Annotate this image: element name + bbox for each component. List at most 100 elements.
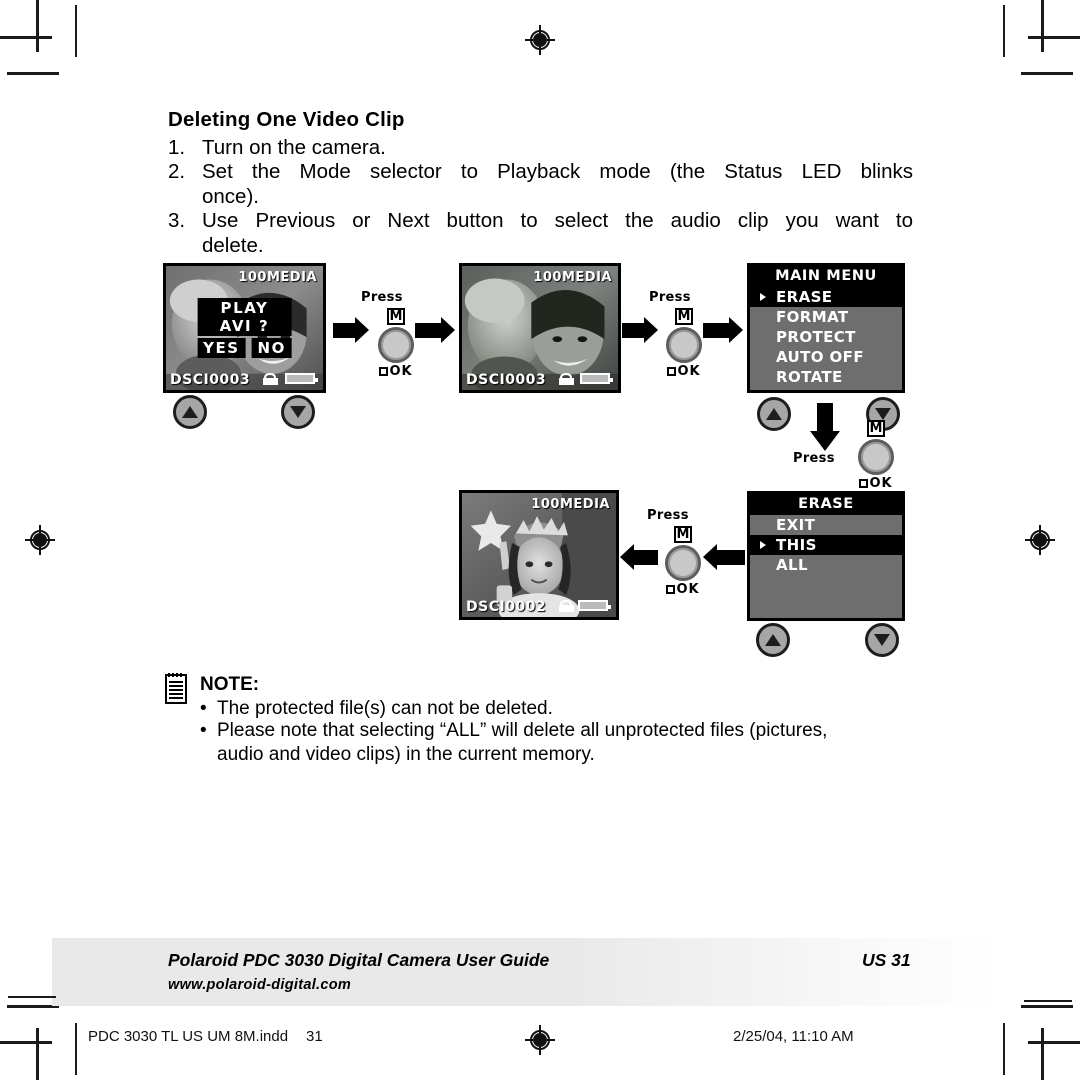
- menu-item-label: THIS: [776, 536, 817, 554]
- note-bullet-2: • Please note that selecting “ALL” will …: [200, 719, 915, 767]
- main-menu-item-erase[interactable]: ERASE: [750, 287, 902, 307]
- list-item: 2. Set the Mode selector to Playback mod…: [168, 159, 913, 209]
- note-title: NOTE:: [200, 674, 260, 695]
- erase-menu-item-exit[interactable]: EXIT: [750, 515, 902, 535]
- footer-rule-left: [8, 996, 56, 998]
- crop-mark-top-left-tick: [75, 5, 77, 57]
- menu-up-button[interactable]: [757, 397, 791, 431]
- menu-item-label: ROTATE: [776, 368, 843, 386]
- ok-label: OK: [358, 364, 434, 379]
- menu-item-label: FORMAT: [776, 308, 849, 326]
- ok-label: OK: [646, 364, 722, 379]
- bullet-icon: •: [200, 698, 207, 719]
- menu-item-label: PROTECT: [776, 328, 856, 346]
- battery-icon: [578, 600, 611, 611]
- bullet-icon: •: [200, 720, 207, 741]
- mode-button-icon: M: [675, 308, 693, 325]
- note-bullet-1: • The protected file(s) can not be delet…: [200, 697, 920, 721]
- step-text-continued: once).: [202, 185, 259, 208]
- footer-band: [52, 938, 1000, 1006]
- crop-mark-bottom-right-bar: [1021, 1005, 1073, 1008]
- battery-icon: [580, 373, 613, 384]
- main-menu-item-protect[interactable]: PROTECT: [750, 327, 902, 347]
- lcd-screen-video-clip: 100MEDIA DSCI0003: [459, 263, 621, 393]
- print-page-number: 31: [306, 1028, 323, 1045]
- dialog-options: YES NO: [197, 338, 292, 358]
- crop-mark-top-right-h: [1028, 36, 1080, 39]
- press-mode-button-group-3: Press M OK: [793, 420, 914, 491]
- step-number: 1.: [168, 136, 186, 159]
- dialog-question: PLAY AVI ?: [197, 298, 292, 336]
- crop-mark-bottom-left-v: [36, 1028, 39, 1080]
- erase-down-button[interactable]: [865, 623, 899, 657]
- lock-icon: [559, 373, 574, 385]
- ok-label: OK: [838, 476, 914, 491]
- press-label: Press: [647, 508, 689, 523]
- main-menu-item-format[interactable]: FORMAT: [750, 307, 902, 327]
- registration-mark-right: [1025, 525, 1055, 555]
- step-text: Set the Mode selector to Playback mode (…: [202, 160, 913, 183]
- press-label: Press: [361, 290, 403, 305]
- menu-item-label: ERASE: [776, 288, 833, 306]
- menu-item-label: AUTO OFF: [776, 348, 864, 366]
- menu-item-label: EXIT: [776, 516, 816, 534]
- crop-mark-top-left-v: [36, 0, 39, 52]
- erase-menu-item-all[interactable]: ALL: [750, 555, 902, 575]
- print-file-name: PDC 3030 TL US UM 8M.indd: [88, 1028, 289, 1045]
- ok-text: OK: [676, 582, 700, 597]
- lcd-screen-play-avi: 100MEDIA PLAY AVI ? YES NO DSCI0003: [163, 263, 326, 393]
- erase-menu-item-this[interactable]: THIS: [750, 535, 902, 555]
- crop-mark-bottom-left-h: [0, 1041, 52, 1044]
- file-name-label: DSCI0003: [466, 372, 547, 388]
- ok-text: OK: [677, 364, 701, 379]
- next-button[interactable]: [281, 395, 315, 429]
- crop-mark-top-right-bar: [1021, 72, 1073, 75]
- menu-item-label: ALL: [776, 556, 808, 574]
- crop-mark-bottom-right-v: [1041, 1028, 1044, 1080]
- main-menu-panel: MAIN MENU ERASE FORMAT PROTECT AUTO OFF …: [747, 263, 905, 393]
- mode-ok-button[interactable]: [378, 327, 414, 363]
- note-text-continued: audio and video clips) in the current me…: [217, 744, 595, 765]
- main-menu-item-rotate[interactable]: ROTATE: [750, 367, 902, 387]
- footer-url: www.polaroid-digital.com: [168, 977, 352, 993]
- dialog-no-option[interactable]: NO: [251, 338, 292, 358]
- flow-arrow-down: [810, 403, 840, 453]
- mode-ok-button[interactable]: [666, 327, 702, 363]
- page-title: Deleting One Video Clip: [168, 108, 405, 131]
- list-item: 1. Turn on the camera.: [168, 135, 913, 160]
- previous-button[interactable]: [173, 395, 207, 429]
- mode-ok-button[interactable]: [858, 439, 894, 475]
- media-folder-label: 100MEDIA: [531, 497, 610, 512]
- mode-button-icon: M: [674, 526, 692, 543]
- crop-mark-bottom-right-h: [1028, 1041, 1080, 1044]
- crop-mark-top-right-tick: [1003, 5, 1005, 57]
- selection-caret-icon: [760, 541, 766, 549]
- press-label: Press: [793, 451, 835, 466]
- crop-mark-top-left-bar: [7, 72, 59, 75]
- crop-mark-top-right-v: [1041, 0, 1044, 52]
- media-folder-label: 100MEDIA: [533, 270, 612, 285]
- crop-mark-top-left-h: [0, 36, 52, 39]
- ok-label: OK: [645, 582, 721, 597]
- footer-title: Polaroid PDC 3030 Digital Camera User Gu…: [168, 950, 550, 970]
- crop-mark-bottom-right-tick: [1003, 1023, 1005, 1075]
- erase-menu-title: ERASE: [750, 494, 902, 515]
- footer-rule-right: [1024, 1000, 1072, 1002]
- footer-page-number: US 31: [862, 950, 911, 970]
- press-label: Press: [649, 290, 691, 305]
- dialog-yes-option[interactable]: YES: [197, 338, 246, 358]
- battery-icon: [285, 373, 318, 384]
- step-number: 2.: [168, 160, 186, 183]
- main-menu-item-auto-off[interactable]: AUTO OFF: [750, 347, 902, 367]
- erase-menu-panel: ERASE EXIT THIS ALL: [747, 491, 905, 621]
- step-text: Use Previous or Next button to select th…: [202, 209, 913, 232]
- note-pad-icon: [165, 673, 187, 704]
- list-item: 3. Use Previous or Next button to select…: [168, 208, 913, 258]
- ok-text: OK: [869, 476, 893, 491]
- play-avi-dialog: PLAY AVI ? YES NO: [197, 298, 292, 358]
- mode-ok-button[interactable]: [665, 545, 701, 581]
- crop-mark-bottom-left-tick: [75, 1023, 77, 1075]
- step-text-continued: delete.: [202, 234, 264, 257]
- media-folder-label: 100MEDIA: [238, 270, 317, 285]
- erase-up-button[interactable]: [756, 623, 790, 657]
